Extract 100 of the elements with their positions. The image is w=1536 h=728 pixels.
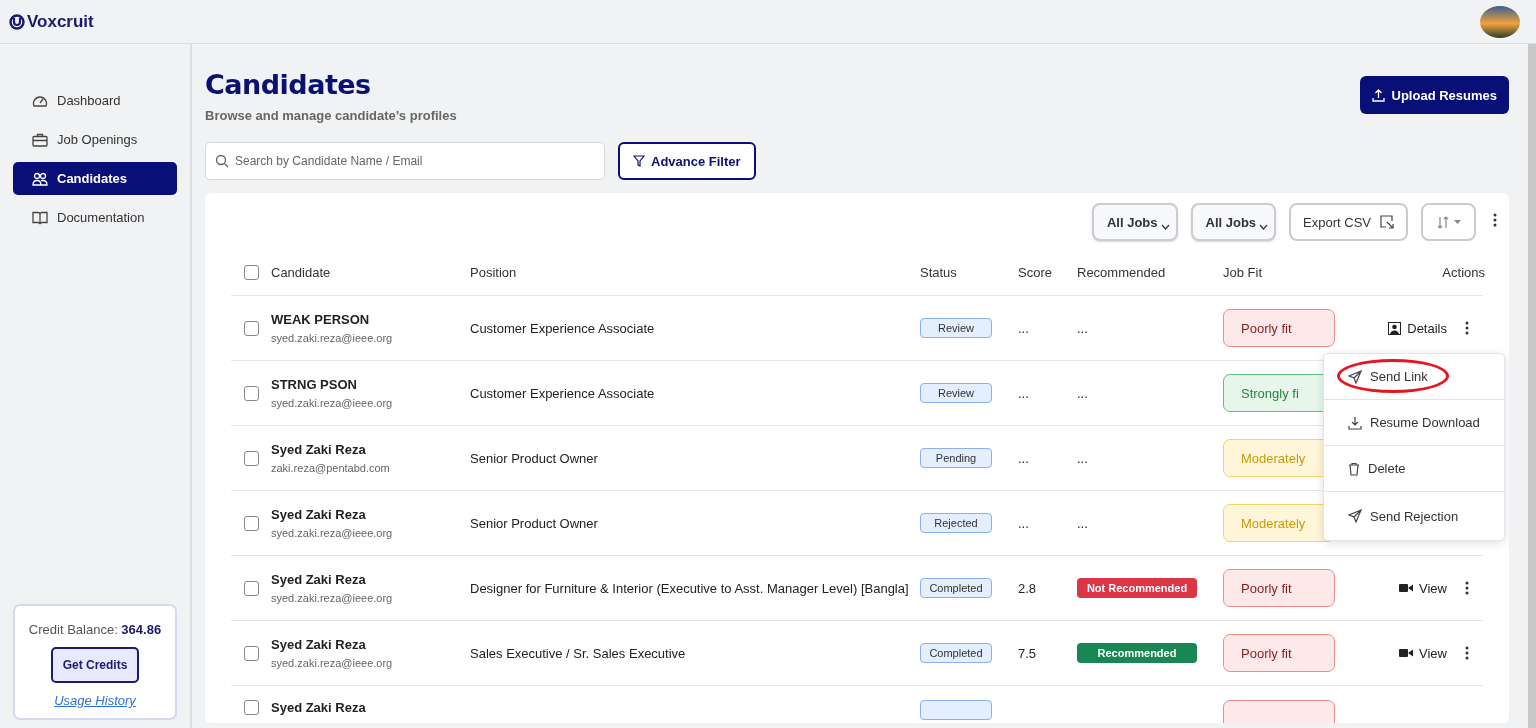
score-text: ... <box>1018 385 1030 401</box>
view-link[interactable]: View <box>1399 645 1447 661</box>
row-checkbox[interactable] <box>244 320 259 336</box>
status-badge: Review <box>920 383 992 403</box>
page-title: Candidates <box>205 69 372 100</box>
upload-resumes-button[interactable]: Upload Resumes <box>1359 76 1509 114</box>
score-text: ... <box>1018 450 1030 466</box>
row-checkbox[interactable] <box>244 700 259 715</box>
upload-icon <box>1371 88 1385 102</box>
column-header: Score <box>1018 264 1053 280</box>
sort-button[interactable] <box>1421 203 1476 241</box>
usage-history-link[interactable]: Usage History <box>54 693 136 708</box>
select-all-checkbox[interactable] <box>244 264 259 280</box>
job-fit-badge: Poorly fit <box>1223 309 1335 347</box>
menu-item[interactable]: Resume Download <box>1324 400 1504 446</box>
menu-item[interactable]: Send Link <box>1324 354 1504 400</box>
candidate-name: WEAK PERSON <box>271 312 371 327</box>
export-csv-button[interactable]: Export CSV <box>1289 203 1408 241</box>
logo-icon <box>9 13 25 30</box>
candidate-name: Syed Zaki Reza <box>271 572 367 587</box>
candidate-name: STRNG PSON <box>271 377 358 392</box>
recommendation-badge: Not Recommended <box>1077 578 1197 598</box>
send-icon <box>1348 369 1362 384</box>
get-credits-button[interactable]: Get Credits <box>50 647 140 683</box>
candidate-email: syed.zaki.reza@ieee.org <box>271 397 394 409</box>
person-card-icon <box>1388 321 1402 335</box>
job-fit-badge: Poorly fit <box>1223 634 1335 672</box>
status-badge: Review <box>920 318 992 338</box>
filter-icon <box>633 155 645 167</box>
send-icon <box>1348 509 1362 523</box>
brand-name: Voxcruit <box>27 11 94 32</box>
row-checkbox[interactable] <box>244 580 259 596</box>
briefcase-icon <box>32 132 48 147</box>
download-icon <box>1348 415 1362 430</box>
column-header: Candidate <box>271 264 332 280</box>
sort-arrows-icon <box>1436 215 1449 229</box>
position-text: Senior Product Owner <box>470 514 599 533</box>
more-options-icon[interactable] <box>1465 581 1469 595</box>
column-header: Job Fit <box>1223 264 1263 280</box>
caret-icon <box>1453 220 1461 224</box>
column-header: Status <box>920 264 958 280</box>
sidebar-item[interactable]: Dashboard <box>13 84 177 117</box>
search-field[interactable]: Search by Candidate Name / Email <box>205 142 605 180</box>
recommendation-text: ... <box>1077 385 1088 401</box>
row-checkbox[interactable] <box>244 450 259 466</box>
score-text: 7.5 <box>1018 645 1038 661</box>
video-camera-icon <box>1399 583 1414 593</box>
sidebar-item[interactable]: Documentation <box>13 201 177 234</box>
score-text: ... <box>1018 320 1030 336</box>
chevron-icon <box>1160 223 1170 230</box>
candidate-name: Syed Zaki Reza <box>271 442 367 457</box>
sidebar-item[interactable]: Candidates <box>13 162 177 195</box>
chevron-icon <box>1259 223 1269 230</box>
export-icon <box>1380 215 1394 229</box>
page-subtitle: Browse and manage candidate’s profiles <box>205 108 457 123</box>
jobs-dropdown[interactable]: All Jobs <box>1091 203 1178 241</box>
candidate-name: Syed Zaki Reza <box>271 507 367 522</box>
credit-balance: Credit Balance: 364.86 <box>28 622 162 637</box>
advance-filter-button[interactable]: Advance Filter <box>618 142 756 180</box>
more-options-icon[interactable] <box>1493 213 1497 227</box>
candidate-email: zaki.reza@pentabd.com <box>271 462 391 474</box>
candidate-name: Syed Zaki Reza <box>271 637 367 652</box>
more-options-icon[interactable] <box>1465 321 1469 335</box>
sidebar-item[interactable]: Job Openings <box>13 123 177 156</box>
trash-icon <box>1348 461 1360 476</box>
avatar-photo-placeholder[interactable] <box>1480 5 1520 38</box>
position-text: Designer for Furniture & Interior (Executive to Asst. Manager Level) [Bangla] <box>470 579 910 598</box>
row-checkbox[interactable] <box>244 515 259 531</box>
status-badge: Rejected <box>920 513 992 533</box>
recommendation-text: ... <box>1077 515 1088 531</box>
dashboard-gauge-icon <box>32 93 48 108</box>
candidate-email: syed.zaki.reza@ieee.org <box>271 592 394 604</box>
candidate-email: syed.zaki.reza@ieee.org <box>271 657 394 669</box>
column-header: Position <box>470 263 518 282</box>
position-text: Customer Experience Associate <box>470 384 656 403</box>
row-checkbox[interactable] <box>244 645 259 661</box>
recommendation-text: ... <box>1077 320 1088 336</box>
status-badge <box>920 700 992 720</box>
more-options-icon[interactable] <box>1465 646 1469 660</box>
jobs-dropdown[interactable]: All Jobs <box>1190 203 1277 241</box>
book-icon <box>32 210 48 225</box>
status-badge: Completed <box>920 578 992 598</box>
row-checkbox[interactable] <box>244 385 259 401</box>
recommendation-text: ... <box>1077 450 1088 466</box>
candidate-name: Syed Zaki Reza <box>271 700 367 715</box>
score-text: 2.8 <box>1018 580 1038 596</box>
recommendation-badge: Recommended <box>1077 643 1197 663</box>
status-badge: Completed <box>920 643 992 663</box>
menu-item[interactable]: Delete <box>1324 446 1504 492</box>
candidate-email: syed.zaki.reza@ieee.org <box>271 332 394 344</box>
status-badge: Pending <box>920 448 992 468</box>
position-text: Senior Product Owner <box>470 449 599 468</box>
column-header: Actions <box>1441 264 1485 280</box>
people-icon <box>32 171 48 186</box>
details-link[interactable]: Details <box>1388 320 1447 336</box>
candidate-email: syed.zaki.reza@ieee.org <box>271 527 394 539</box>
video-camera-icon <box>1399 648 1414 658</box>
view-link[interactable]: View <box>1399 580 1447 596</box>
position-text: Sales Executive / Sr. Sales Executive <box>470 644 687 663</box>
job-fit-badge: Poorly fit <box>1223 569 1335 607</box>
